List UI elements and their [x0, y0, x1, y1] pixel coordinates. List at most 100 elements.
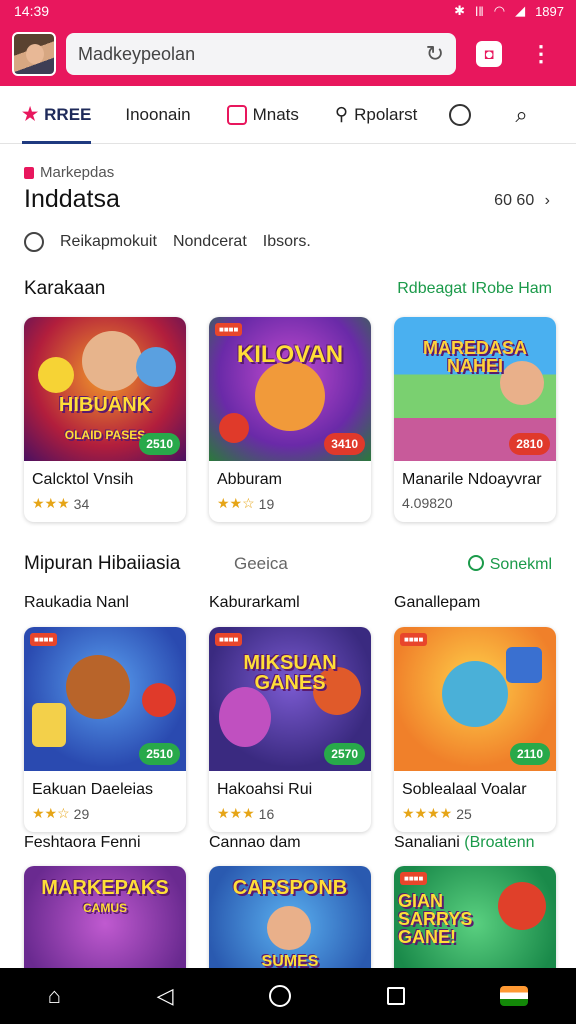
tab-label: RREE [44, 104, 92, 124]
character-art [142, 683, 176, 717]
column-label: Raukadia Nanl [24, 594, 129, 611]
status-bar: 14:39 ✱ ǀǁ ◠ ◢ 1897 [0, 0, 576, 22]
reload-icon[interactable]: ↻ [426, 41, 444, 67]
bluetooth-icon: ✱ [454, 3, 465, 18]
game-art: ■■■■ 2510 [24, 627, 186, 771]
url-bar[interactable]: Madkeypeolan ↻ [66, 33, 456, 75]
wifi-icon: ◠ [493, 3, 506, 18]
price-chip: 2510 [139, 743, 180, 765]
rating-value: 16 [258, 805, 275, 822]
hero-count: 60 60 [494, 192, 535, 209]
home-icon[interactable]: ⌂ [48, 983, 61, 1009]
more-menu-icon[interactable]: ⋮ [530, 41, 552, 67]
person-icon: ⚲ [334, 104, 349, 124]
battery-level: 1897 [535, 3, 564, 19]
game-rating: ★★★ 16 [209, 799, 371, 822]
chat-tab[interactable] [449, 86, 472, 144]
game-name: Calcktol Vnsih [32, 471, 134, 488]
hero-overline: Markepdas [24, 164, 576, 181]
game-art: ■■■■ 2110 [394, 627, 556, 771]
section2-header: Mipuran Hibaiiasia Geeica Sonekml [24, 553, 552, 575]
home-circle-icon[interactable] [269, 985, 292, 1007]
game-name: Manarile Ndoayvrar [402, 471, 542, 488]
tab-third[interactable]: Mnats [226, 86, 299, 144]
section2-link[interactable]: Sonekml [467, 554, 552, 574]
tab-second[interactable]: Inoonain [125, 86, 190, 144]
search-icon: ⌕ [515, 101, 528, 127]
clock-icon [24, 232, 44, 252]
price-chip: 3410 [324, 433, 365, 455]
section1-link[interactable]: Rdbeagat IRobe Ham [397, 280, 552, 298]
game-card[interactable]: ■■■■ KILOVAN 3410 Abburam ★★☆ 19 [209, 317, 371, 522]
game-card[interactable]: ■■■■ 2510 Eakuan Daeleias ★★☆ 29 [24, 627, 186, 832]
game-logo-subtext: CAMUS [83, 901, 127, 915]
chevron-right-icon: › [544, 192, 550, 209]
column-label: Sanaliani (Broatenn [394, 834, 535, 852]
tab-home[interactable]: ★ RREE [22, 86, 92, 144]
character-art [442, 661, 508, 727]
system-nav-bar: ⌂ ◁ [0, 968, 576, 1024]
character-art [219, 413, 249, 443]
game-logo-text: MAREDASA NAHEI [422, 338, 527, 376]
character-art [219, 687, 271, 747]
game-art: ■■■■ KILOVAN 3410 [209, 317, 371, 461]
price-chip: 2810 [509, 433, 550, 455]
price-chip: 2570 [324, 743, 365, 765]
bookmark-icon[interactable]: ◘ [476, 41, 502, 67]
status-icons: ✱ ǀǁ ◠ ◢ 1897 [454, 3, 564, 19]
star-rating-icon: ★★☆ [217, 495, 255, 511]
game-name: Abburam [217, 471, 282, 488]
brand-dot-icon [24, 166, 34, 179]
character-art [38, 357, 74, 393]
character-art [498, 882, 546, 930]
hero-count-link[interactable]: 60 60 › [494, 192, 550, 210]
star-rating-icon: ★★☆ [32, 805, 70, 821]
character-art [136, 347, 176, 387]
column-label-extra: (Broatenn [464, 834, 535, 851]
tab-label: Mnats [252, 104, 299, 124]
game-card[interactable]: ■■■■ MIKSUAN GANES 2570 Hakoahsi Rui ★★★… [209, 627, 371, 832]
tab-label: Inoonain [125, 104, 191, 124]
search-tab[interactable]: ⌕ [515, 86, 527, 144]
character-art [66, 655, 130, 719]
section1-header: Karakaan Rdbeagat IRobe Ham [24, 278, 552, 300]
rating-value: 29 [73, 805, 90, 822]
game-logo-text: CARSPONB [232, 877, 348, 899]
character-art [82, 331, 142, 391]
vibrate-icon: ǀǁ [474, 3, 484, 19]
back-icon[interactable]: ◁ [157, 983, 174, 1009]
game-logo-text: KILOVAN [236, 341, 344, 368]
star-rating-icon: ★★★ [217, 805, 255, 821]
price-chip: 2510 [139, 433, 180, 455]
filter-a[interactable]: Reikapmokuit [60, 233, 157, 251]
character-art [267, 906, 311, 950]
game-card[interactable]: ■■■■ 2110 Soblealaal Voalar ★★★★ 25 [394, 627, 556, 832]
game-name: Eakuan Daeleias [32, 781, 153, 798]
game-logo-text: HIBUANK [58, 394, 152, 416]
game-rating: ★★★ 34 [24, 489, 186, 512]
game-logo-text: MARKEPAKS [41, 877, 169, 899]
character-art [255, 361, 325, 431]
filter-c[interactable]: Ibsors. [263, 233, 311, 251]
character-art [32, 703, 66, 747]
rating-value: 19 [258, 495, 275, 512]
game-card[interactable]: MAREDASA NAHEI 2810 Manarile Ndoayvrar 4… [394, 317, 556, 522]
column-label: Kaburarkaml [209, 594, 300, 611]
column-label: Ganallepam [394, 594, 481, 611]
filter-b[interactable]: Nondcerat [173, 233, 247, 251]
game-name: Hakoahsi Rui [217, 781, 313, 798]
column-label: Cannao dam [209, 834, 301, 851]
tab-bar: ★ RREE Inoonain Mnats ⚲ Rpolarst ⌕ [0, 86, 576, 144]
star-icon: ★ [22, 104, 39, 124]
tab-fourth[interactable]: ⚲ Rpolarst [335, 86, 418, 144]
character-art [506, 647, 542, 683]
square-icon [226, 104, 247, 125]
recents-icon[interactable] [386, 987, 405, 1005]
overline-text: Markepdas [40, 164, 115, 181]
tab-label: Rpolarst [354, 104, 418, 124]
flag-icon[interactable] [500, 986, 529, 1006]
avatar[interactable] [12, 32, 56, 76]
game-card[interactable]: HIBUANK OLAID PASES 2510 Calcktol Vnsih … [24, 317, 186, 522]
game-art: HIBUANK OLAID PASES 2510 [24, 317, 186, 461]
status-time: 14:39 [14, 3, 50, 19]
